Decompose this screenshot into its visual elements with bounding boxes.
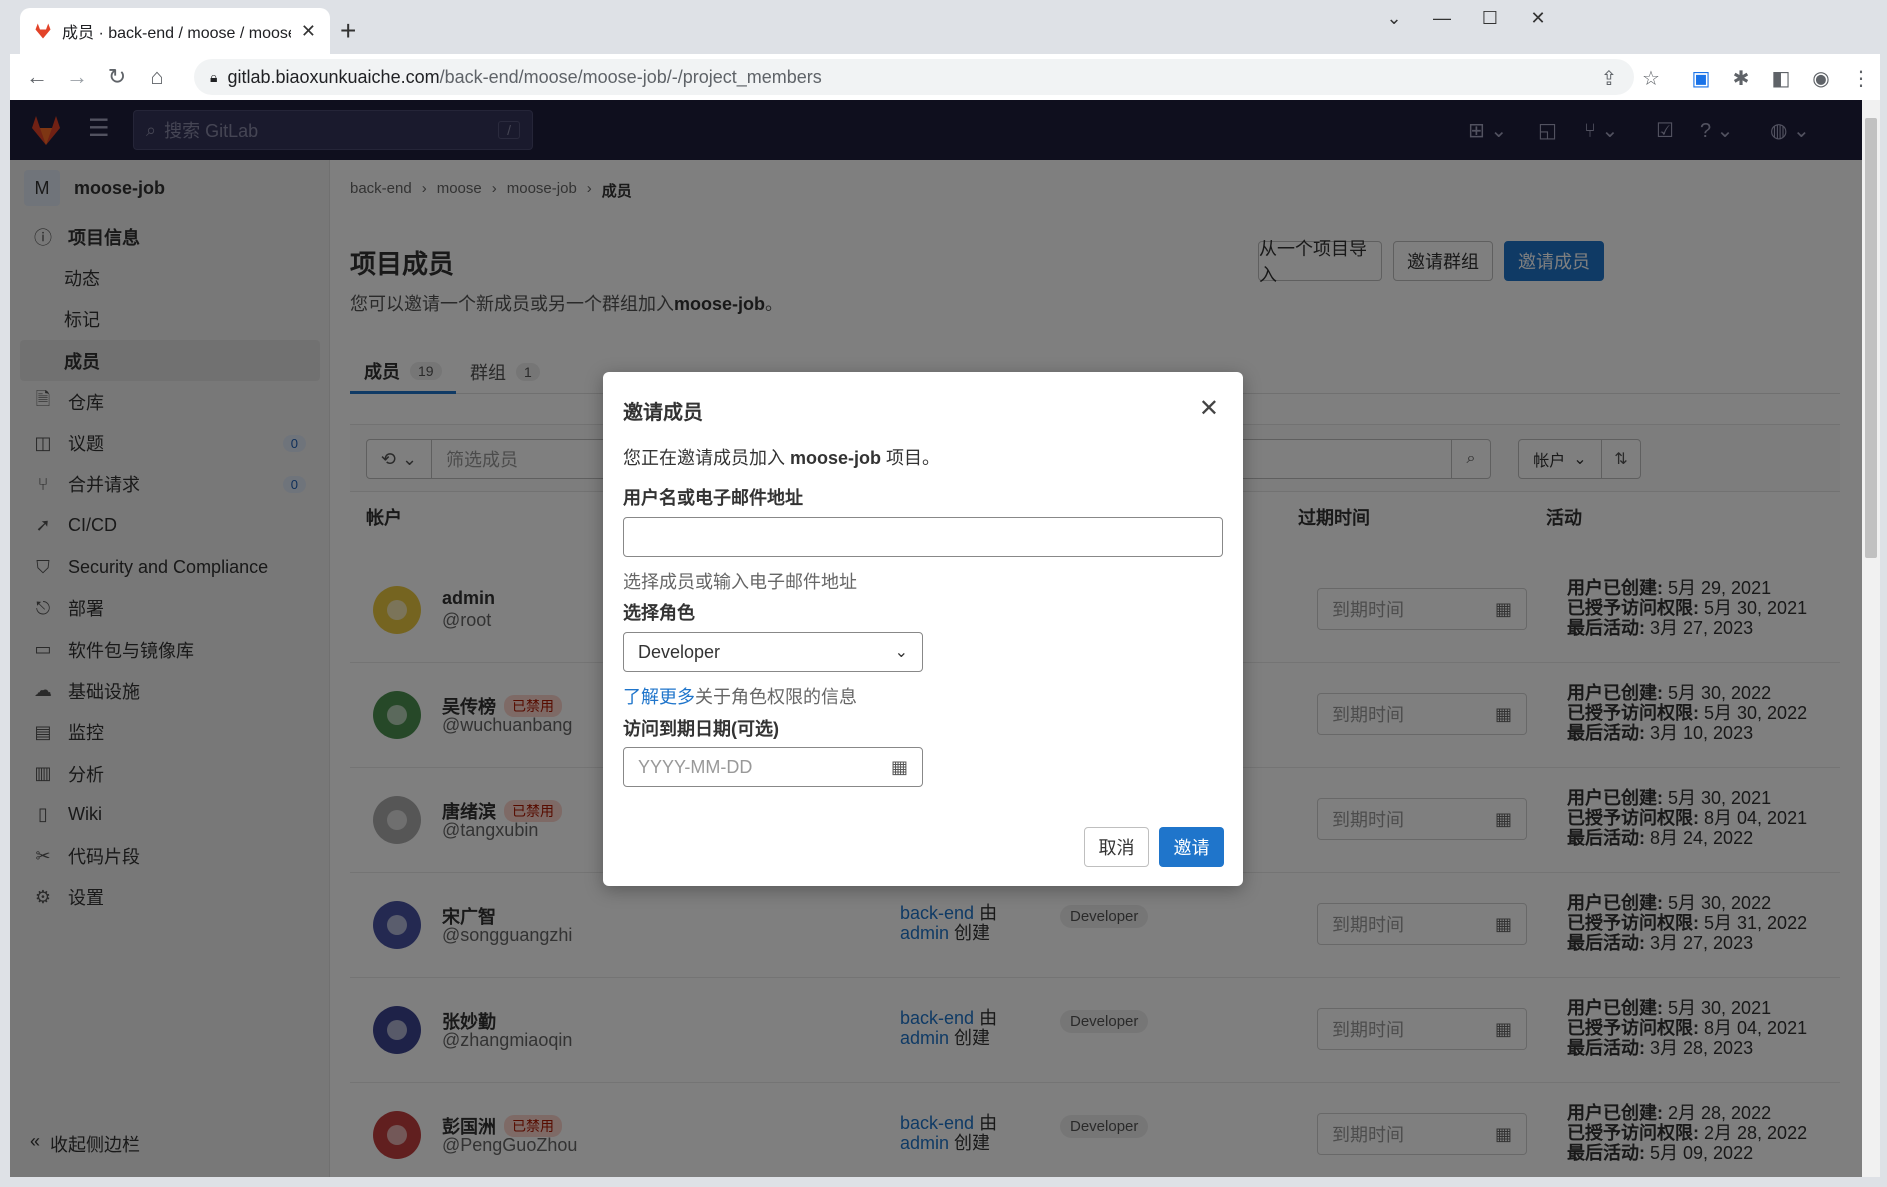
minimize-icon[interactable]: — <box>1422 8 1462 29</box>
home-icon[interactable]: ⌂ <box>142 64 172 90</box>
username-help-text: 选择成员或输入电子邮件地址 <box>623 572 857 592</box>
learn-more-link[interactable]: 了解更多 <box>623 687 695 707</box>
extensions-icon[interactable]: ✱ <box>1728 66 1754 91</box>
chevron-down-icon: ⌄ <box>894 644 908 661</box>
username-or-email-input[interactable] <box>623 517 1223 557</box>
page-scrollbar[interactable] <box>1862 100 1880 1177</box>
cancel-button[interactable]: 取消 <box>1084 827 1149 867</box>
url-field[interactable]: 🔒︎ gitlab.biaoxunkuaiche.com/back-end/mo… <box>194 59 1634 95</box>
lock-icon: 🔒︎ <box>210 68 218 85</box>
bookmark-star-icon[interactable]: ☆ <box>1638 66 1664 91</box>
tab-search-icon[interactable]: ⌄ <box>1374 8 1414 29</box>
invite-button[interactable]: 邀请 <box>1159 827 1224 867</box>
new-tab-icon[interactable]: + <box>340 14 356 48</box>
maximize-icon[interactable]: ☐ <box>1470 8 1510 29</box>
role-select-value: Developer <box>638 641 721 662</box>
forward-icon[interactable]: → <box>62 64 92 90</box>
gitlab-favicon-icon <box>35 23 51 39</box>
invite-members-modal: 邀请成员 ✕ 您正在邀请成员加入 moose-job 项目。 用户名或电子邮件地… <box>603 372 1243 886</box>
expiry-date-input[interactable]: YYYY-MM-DD ▦ <box>623 747 923 787</box>
window-close-icon[interactable]: ✕ <box>1518 8 1558 29</box>
reload-icon[interactable]: ↻ <box>102 64 132 90</box>
close-icon[interactable]: ✕ <box>1199 394 1219 423</box>
back-icon[interactable]: ← <box>22 64 52 90</box>
browser-tabstrip: 成员 · back-end / moose / moose-job ✕ + ⌄ … <box>10 0 1880 54</box>
translate-icon[interactable]: ▣ <box>1688 66 1714 91</box>
expiry-date-label: 访问到期日期(可选) <box>623 719 779 739</box>
side-panel-icon[interactable]: ◧ <box>1768 66 1794 91</box>
modal-intro: 您正在邀请成员加入 moose-job 项目。 <box>623 448 941 468</box>
role-select[interactable]: Developer ⌄ <box>623 632 923 672</box>
username-label: 用户名或电子邮件地址 <box>623 488 803 508</box>
role-help: 了解更多关于角色权限的信息 <box>623 687 857 707</box>
tab-close-icon[interactable]: ✕ <box>301 21 316 42</box>
role-label: 选择角色 <box>623 603 695 623</box>
share-icon[interactable]: ⇪ <box>1596 66 1622 91</box>
browser-menu-icon[interactable]: ⋮ <box>1848 66 1874 91</box>
calendar-icon: ▦ <box>890 756 908 777</box>
browser-tab[interactable]: 成员 · back-end / moose / moose-job ✕ <box>20 8 330 54</box>
modal-title: 邀请成员 <box>623 402 703 424</box>
date-placeholder: YYYY-MM-DD <box>638 756 753 777</box>
url-path: /back-end/moose/moose-job/-/project_memb… <box>439 66 822 87</box>
address-bar: ← → ↻ ⌂ 🔒︎ gitlab.biaoxunkuaiche.com/bac… <box>10 54 1880 100</box>
tab-title: 成员 · back-end / moose / moose-job <box>62 25 291 42</box>
scrollbar-thumb[interactable] <box>1865 118 1877 558</box>
url-host: gitlab.biaoxunkuaiche.com <box>227 66 440 87</box>
profile-avatar-icon[interactable]: ◉ <box>1808 66 1834 91</box>
